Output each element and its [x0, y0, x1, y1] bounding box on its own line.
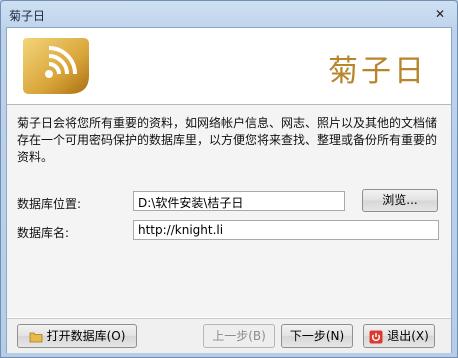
browse-button[interactable]: 浏览...: [362, 189, 438, 212]
close-icon[interactable]: ✕: [433, 7, 447, 21]
rss-feed-logo-icon: [23, 38, 89, 94]
previous-button[interactable]: 上一步(B): [203, 324, 275, 348]
open-database-label: 打开数据库(O): [46, 329, 126, 343]
db-name-field[interactable]: http://knight.li: [133, 220, 439, 240]
db-name-label: 数据库名:: [17, 226, 70, 240]
exit-button[interactable]: 退出(X): [363, 324, 435, 348]
title-bar: 菊子日 ✕: [1, 1, 457, 29]
db-location-field[interactable]: D:\软件安装\桔子日: [133, 191, 345, 211]
folder-icon: [29, 332, 42, 342]
banner: 菊子日: [7, 28, 451, 105]
button-bar: 打开数据库(O) 上一步(B) 下一步(N) 退出(X): [7, 318, 451, 353]
db-location-label: 数据库位置:: [17, 197, 82, 211]
exit-label: 退出(X): [387, 329, 429, 343]
next-button[interactable]: 下一步(N): [281, 324, 353, 348]
app-window: 菊子日 ✕ 菊子日 菊子日会将您所有重要的资料，如网络帐户信息、网志、照片以及其…: [0, 0, 458, 358]
setup-form: 菊子日会将您所有重要的资料，如网络帐户信息、网志、照片以及其他的文档储存在一个可…: [7, 105, 451, 317]
window-title: 菊子日: [9, 9, 46, 23]
brand-title: 菊子日: [328, 54, 427, 89]
power-icon: [369, 330, 383, 343]
description-text: 菊子日会将您所有重要的资料，如网络帐户信息、网志、照片以及其他的文档储存在一个可…: [17, 116, 438, 164]
dialog-content: 菊子日 菊子日会将您所有重要的资料，如网络帐户信息、网志、照片以及其他的文档储存…: [6, 27, 452, 353]
open-database-button[interactable]: 打开数据库(O): [17, 324, 137, 348]
